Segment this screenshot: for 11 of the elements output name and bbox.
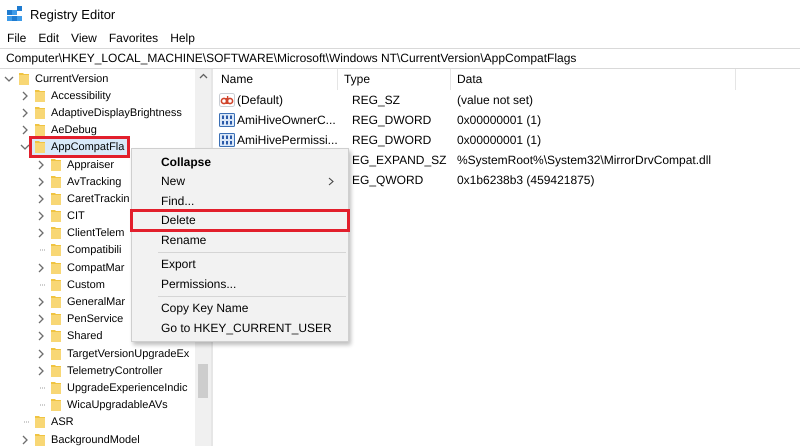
value-data: %SystemRoot%\System32\MirrorDrvCompat.dll — [456, 153, 712, 167]
value-type: REG_SZ — [351, 93, 402, 107]
value-data: 0x00000001 (1) — [456, 113, 542, 127]
value-type: REG_DWORD — [351, 113, 432, 127]
value-data: (value not set) — [456, 93, 534, 107]
window-title: Registry Editor — [30, 6, 116, 22]
value-data: 0x00000001 (1) — [456, 133, 542, 147]
value-type: EG_EXPAND_SZ — [351, 153, 448, 167]
value-data: 0x1b6238b3 (459421875) — [456, 173, 596, 187]
value-type: EG_QWORD — [351, 173, 424, 187]
value-type: REG_DWORD — [351, 133, 432, 147]
